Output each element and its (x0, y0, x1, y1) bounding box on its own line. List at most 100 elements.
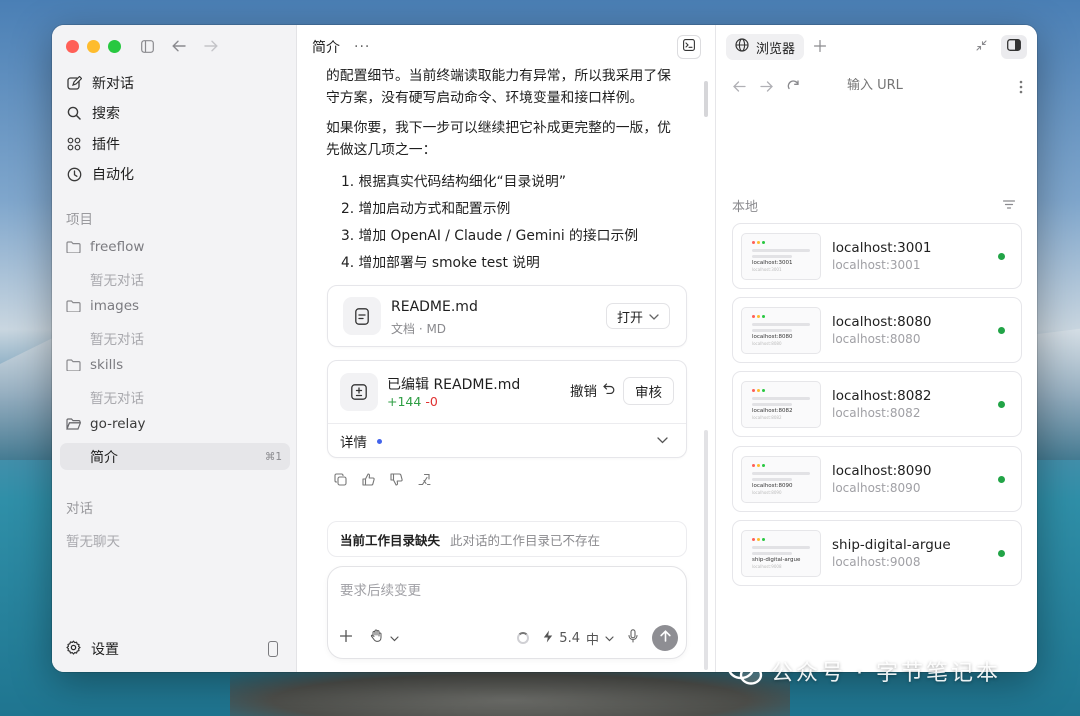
project-empty-text: 暂无对话 (90, 273, 144, 289)
site-title: localhost:8082 (832, 388, 932, 404)
site-title: localhost:3001 (832, 240, 932, 256)
thumbs-up-icon[interactable] (360, 471, 376, 487)
mobile-device-icon[interactable] (268, 641, 278, 657)
copy-icon[interactable] (332, 471, 348, 487)
settings-button[interactable]: 设置 (66, 639, 119, 659)
close-window-button[interactable] (66, 40, 79, 53)
undo-button[interactable]: 撤销 (570, 380, 615, 400)
zoom-window-button[interactable] (108, 40, 121, 53)
globe-icon (735, 38, 749, 56)
details-toggle[interactable]: 详情 (340, 431, 382, 451)
open-label: 打开 (616, 310, 643, 326)
local-site-card[interactable]: ship-digital-argue localhost:9008 ship-d… (732, 520, 1022, 586)
nav-plugins[interactable]: 插件 (66, 131, 120, 157)
refresh-icon[interactable] (787, 79, 800, 97)
chat-panel: 简介 ··· 的配置细节。当前终端读取能力有异常，所以我采用了保守方案，没有硬写… (298, 25, 716, 672)
edit-title: 已编辑 README.md (387, 377, 521, 393)
project-name: images (90, 298, 140, 314)
plus-icon[interactable] (339, 627, 353, 646)
chats-section-label: 对话 (66, 501, 93, 517)
search-icon (66, 105, 82, 121)
local-site-card[interactable]: localhost:8082 localhost:8082 localhost:… (732, 371, 1022, 437)
list-item: 3. 增加 OpenAI / Claude / Gemini 的接口示例 (341, 228, 639, 244)
folder-icon (66, 359, 82, 371)
warning-description: 此对话的工作目录已不存在 (450, 532, 601, 548)
more-options-icon[interactable]: ··· (354, 39, 370, 55)
lightning-icon (543, 630, 553, 647)
back-arrow-icon[interactable] (733, 80, 746, 96)
thumbnail-title: ship-digital-argue (752, 557, 801, 563)
panel-toggle-button[interactable] (1001, 35, 1027, 59)
forward-arrow-icon[interactable] (202, 37, 220, 55)
local-site-card[interactable]: localhost:8090 localhost:8090 localhost:… (732, 446, 1022, 512)
site-url: localhost:8090 (832, 481, 921, 495)
browser-panel: 浏览器 本地 localhost:3001 localhost:3001 (717, 25, 1037, 672)
local-site-card[interactable]: localhost:3001 localhost:3001 localhost:… (732, 223, 1022, 289)
folder-open-icon (66, 418, 82, 430)
terminal-button[interactable] (677, 35, 701, 59)
undo-label: 撤销 (570, 384, 597, 400)
diff-stats: +144 -0 (387, 394, 438, 409)
chat-scrollbar-track[interactable] (704, 430, 708, 670)
model-version: 5.4 (559, 630, 580, 646)
composer-left-tools (339, 627, 399, 646)
workdir-warning: 当前工作目录缺失 此对话的工作目录已不存在 (327, 521, 687, 557)
file-meta: 文档 · MD (391, 322, 447, 336)
open-file-button[interactable]: 打开 (605, 303, 670, 329)
collapse-icon[interactable] (976, 39, 987, 55)
review-button[interactable]: 审核 (623, 377, 674, 405)
project-images[interactable]: images (66, 298, 139, 314)
nav-search[interactable]: 搜索 (66, 100, 120, 126)
list-item: 1. 根据真实代码结构细化“目录说明” (341, 174, 567, 190)
model-selector[interactable]: 5.4 中 (543, 629, 614, 648)
sidebar-toggle-icon[interactable] (138, 37, 156, 55)
more-vertical-icon[interactable] (1019, 80, 1023, 98)
chat-item-active[interactable]: 简介 ⌘1 (60, 443, 290, 470)
permission-mode-dropdown[interactable] (370, 627, 399, 646)
project-empty-text: 暂无对话 (90, 391, 144, 407)
filter-icon[interactable] (1002, 198, 1016, 213)
url-input[interactable] (847, 78, 967, 93)
browser-window-tools (976, 35, 1027, 59)
document-icon (343, 297, 381, 335)
minimize-window-button[interactable] (87, 40, 100, 53)
nav-new-chat[interactable]: 新对话 (66, 70, 134, 96)
thumbnail-subtitle: localhost:3001 (752, 267, 782, 272)
fork-icon[interactable] (416, 471, 432, 487)
site-url: localhost:9008 (832, 555, 921, 569)
chevron-down-icon[interactable] (657, 433, 668, 448)
watermark-text: 公众号 · 字节笔记本 (771, 661, 1001, 686)
local-site-card[interactable]: localhost:8080 localhost:8080 localhost:… (732, 297, 1022, 363)
browser-tab[interactable]: 浏览器 (726, 34, 805, 60)
nav-automation[interactable]: 自动化 (66, 161, 134, 187)
project-go-relay[interactable]: go-relay (66, 416, 146, 432)
site-url: localhost:8082 (832, 406, 921, 420)
file-card[interactable]: README.md 文档 · MD 打开 (327, 285, 687, 347)
undo-icon (603, 382, 615, 398)
chat-scrollbar-thumb[interactable] (704, 81, 708, 117)
thumbs-down-icon[interactable] (388, 471, 404, 487)
project-freeflow[interactable]: freeflow (66, 239, 144, 255)
browser-tab-label: 浏览器 (756, 41, 796, 57)
composer-placeholder[interactable]: 要求后续变更 (340, 579, 421, 599)
folder-icon (66, 300, 82, 312)
site-url: localhost:8080 (832, 332, 921, 346)
site-title: localhost:8080 (832, 314, 932, 330)
local-section-label: 本地 (732, 200, 759, 215)
forward-arrow-icon[interactable] (760, 80, 773, 96)
review-label: 审核 (635, 385, 662, 401)
composer[interactable]: 要求后续变更 5.4 中 (327, 566, 687, 659)
site-thumbnail: localhost:8082 localhost:8082 (741, 381, 821, 428)
new-tab-icon[interactable] (813, 37, 827, 57)
site-thumbnail: localhost:8090 localhost:8090 (741, 456, 821, 503)
site-thumbnail: localhost:3001 localhost:3001 (741, 233, 821, 280)
sidebar-right-icon (1007, 39, 1021, 55)
project-empty-text: 暂无对话 (90, 332, 144, 348)
microphone-icon[interactable] (628, 629, 638, 647)
chevron-down-icon (605, 631, 614, 646)
back-arrow-icon[interactable] (170, 37, 188, 55)
project-skills[interactable]: skills (66, 357, 123, 373)
thumbnail-subtitle: localhost:8090 (752, 490, 782, 495)
send-button[interactable] (652, 625, 678, 651)
suggestion-list: 1. 根据真实代码结构细化“目录说明” 2. 增加启动方式和配置示例 3. 增加… (326, 169, 676, 277)
